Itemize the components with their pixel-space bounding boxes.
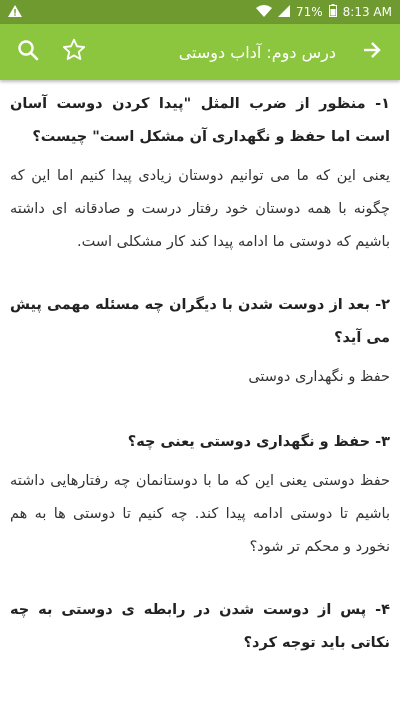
lesson-content: ۱- منظور از ضرب المثل "پیدا کردن دوست آس… [0, 80, 400, 711]
question-2: ۲- بعد از دوست شدن با دیگران چه مسئله مه… [10, 297, 390, 346]
page-title: درس دوم: آداب دوستی [178, 42, 336, 62]
answer-2: حفظ و نگهداری دوستی [248, 369, 390, 385]
search-icon [17, 39, 39, 65]
status-bar: 71% 8:13 AM [0, 0, 400, 24]
battery-icon [328, 4, 337, 20]
signal-icon [278, 4, 290, 20]
app-bar: درس دوم: آداب دوستی [0, 24, 400, 80]
favorite-button[interactable] [56, 34, 92, 70]
status-left [8, 4, 22, 20]
star-outline-icon [61, 37, 87, 67]
question-4: ۴- پس از دوست شدن در رابطه ی دوستی به چه… [10, 602, 390, 651]
question-1: ۱- منظور از ضرب المثل "پیدا کردن دوست آس… [10, 96, 390, 145]
status-right: 71% 8:13 AM [256, 4, 392, 20]
battery-level: 71% [296, 5, 323, 19]
wifi-icon [256, 4, 272, 20]
search-button[interactable] [10, 34, 46, 70]
question-3: ۳- حفظ و نگهداری دوستی یعنی چه؟ [127, 434, 390, 450]
warning-icon [8, 4, 22, 20]
app-bar-actions [10, 34, 92, 70]
answer-3: حفظ دوستی یعنی این که ما با دوستانمان چه… [10, 473, 390, 555]
app-bar-title-area: درس دوم: آداب دوستی [179, 34, 390, 70]
clock: 8:13 AM [342, 5, 392, 19]
answer-1: یعنی این که ما می توانیم دوستان زیادی پی… [10, 168, 390, 250]
arrow-right-icon [361, 39, 383, 65]
back-button[interactable] [354, 34, 390, 70]
